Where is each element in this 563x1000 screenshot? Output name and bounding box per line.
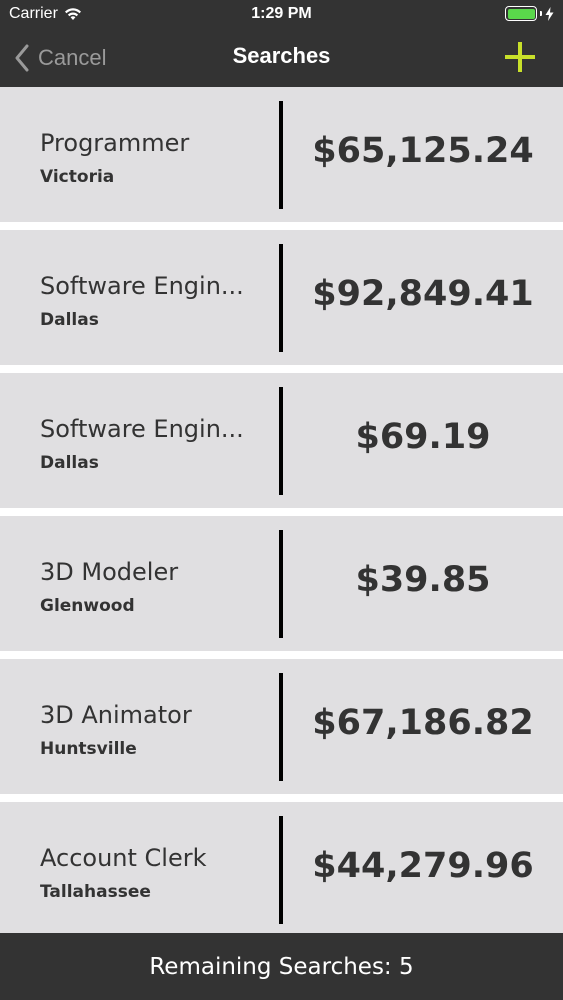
bolt-icon — [545, 6, 554, 21]
remaining-searches-label: Remaining Searches: 5 — [149, 953, 414, 980]
salary-amount: $65,125.24 — [312, 131, 534, 171]
salary-amount: $69.19 — [355, 417, 491, 457]
search-title: 3D Modeler — [40, 558, 179, 586]
plus-icon — [505, 42, 535, 72]
footer-bar: Remaining Searches: 5 — [0, 933, 563, 1000]
top-bar: Carrier 1:29 PM Cancel Searches — [0, 0, 563, 87]
salary-amount: $44,279.96 — [312, 846, 534, 886]
nav-bar: Cancel Searches — [0, 30, 563, 87]
search-location: Dallas — [40, 453, 99, 473]
page-title: Searches — [232, 43, 331, 68]
add-search-button[interactable] — [503, 40, 537, 74]
search-row[interactable]: Account Clerk Tallahassee $44,279.96 — [0, 802, 563, 937]
search-row[interactable]: Software Engin... Dallas $69.19 — [0, 373, 563, 508]
search-location: Tallahassee — [40, 882, 151, 902]
status-time: 1:29 PM — [251, 5, 312, 22]
search-location: Glenwood — [40, 596, 135, 616]
search-location: Huntsville — [40, 739, 137, 759]
search-title: Software Engin... — [40, 415, 244, 443]
status-bar: Carrier 1:29 PM — [0, 0, 563, 30]
search-title: 3D Animator — [40, 701, 192, 729]
salary-amount: $39.85 — [355, 560, 491, 600]
search-location: Dallas — [40, 310, 99, 330]
search-row[interactable]: 3D Modeler Glenwood $39.85 — [0, 516, 563, 651]
search-row[interactable]: 3D Animator Huntsville $67,186.82 — [0, 659, 563, 794]
battery-fill — [507, 8, 535, 19]
search-row[interactable]: Programmer Victoria $65,125.24 — [0, 87, 563, 222]
battery-icon — [505, 6, 554, 21]
salary-amount: $92,849.41 — [312, 274, 534, 314]
search-title: Software Engin... — [40, 272, 244, 300]
search-title: Programmer — [40, 129, 190, 157]
search-location: Victoria — [40, 167, 115, 187]
search-row[interactable]: Software Engin... Dallas $92,849.41 — [0, 230, 563, 365]
battery-cap — [540, 11, 542, 16]
search-title: Account Clerk — [40, 844, 207, 872]
searches-screen: Carrier 1:29 PM Cancel Searches Programm… — [0, 0, 563, 1000]
battery-body — [505, 6, 537, 21]
salary-amount: $67,186.82 — [312, 703, 534, 743]
